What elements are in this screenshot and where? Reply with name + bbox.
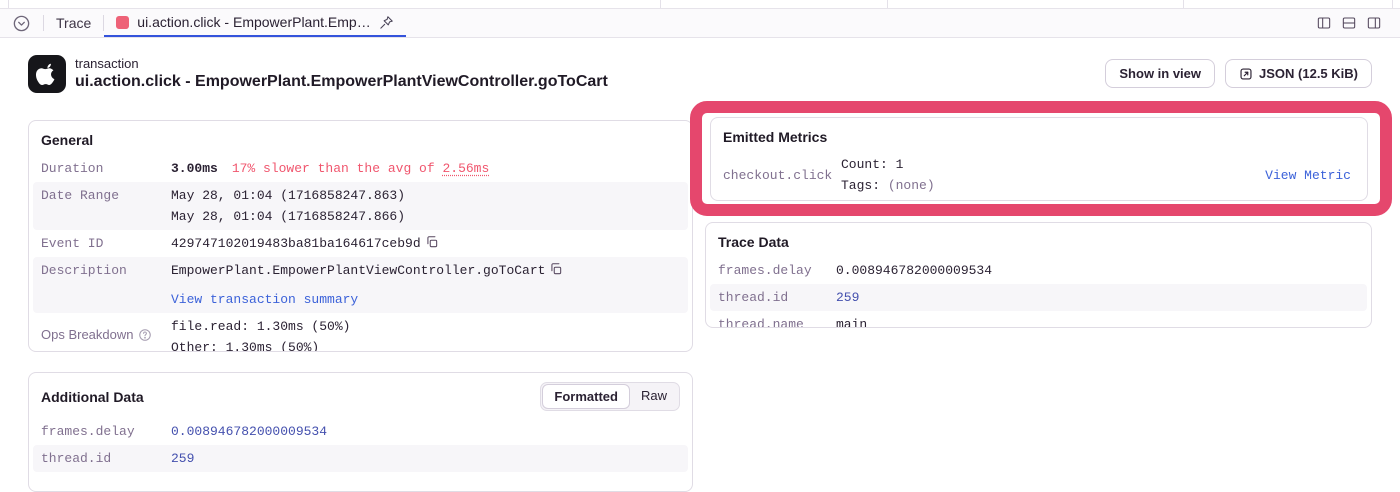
event-title: ui.action.click - EmpowerPlant.EmpowerPl… [75,73,608,91]
row-key: thread.id [718,287,836,308]
trace-data-title: Trace Data [706,223,1371,257]
emitted-metrics-panel: Emitted Metrics checkout.click Count: 1 … [710,117,1368,201]
apple-logo-icon [28,55,66,93]
duration-key: Duration [41,158,171,179]
duration-delta-note: 17% slower than the avg of 2.56ms [232,161,489,176]
event-id-value: 429747102019483ba81ba164617ceb9d [171,236,421,251]
table-row: thread.name main [710,311,1367,328]
json-button-label: JSON (12.5 KiB) [1259,66,1358,81]
raw-toggle-button[interactable]: Raw [630,384,678,409]
panel-left-icon[interactable] [1316,15,1332,31]
tab-trace-label: Trace [56,15,91,31]
row-value: 0.008946782000009534 [171,421,327,442]
duration-value: 3.00ms [171,161,218,176]
show-in-view-button[interactable]: Show in view [1105,59,1215,88]
grid-divider [1183,0,1184,8]
header-actions: Show in view JSON (12.5 KiB) [1105,55,1372,88]
date-range-start: May 28, 01:04 (1716858247.863) [171,188,405,203]
ops-breakdown-line1: file.read: 1.30ms (50%) [171,319,350,334]
grid-divider [660,0,661,8]
additional-data-panel: Additional Data Formatted Raw frames.del… [28,372,693,492]
metric-key: checkout.click [723,165,841,186]
row-value: main [836,314,867,328]
event-type-label: transaction [75,56,608,71]
trace-data-panel: Trace Data frames.delay 0.00894678200000… [705,222,1372,328]
tab-transaction-active[interactable]: ui.action.click - EmpowerPlant.Emp… [104,9,405,37]
table-row: thread.id 259 [33,445,688,472]
row-value: 259 [171,448,194,469]
date-range-key: Date Range [41,185,171,206]
ops-breakdown-line2: Other: 1.30ms (50%) [171,340,319,352]
duration-row: Duration 3.00ms 17% slower than the avg o… [33,155,688,182]
description-key: Description [41,260,171,281]
description-value: EmpowerPlant.EmpowerPlantViewController.… [171,263,545,278]
table-row: frames.delay 0.008946782000009534 [710,257,1367,284]
grid-divider [1392,0,1393,8]
additional-data-header: Additional Data Formatted Raw [29,373,692,418]
show-in-view-label: Show in view [1119,66,1201,81]
avg-duration-value[interactable]: 2.56ms [442,161,489,176]
table-row: thread.id 259 [710,284,1367,311]
emitted-metrics-title: Emitted Metrics [711,118,1367,152]
event-header-texts: transaction ui.action.click - EmpowerPla… [75,55,608,91]
question-circle-icon[interactable] [138,328,152,342]
metric-tags-value: (none) [888,178,935,193]
metric-values: Count: 1 Tags: (none) [841,154,935,196]
additional-data-title: Additional Data [41,389,144,405]
table-row: frames.delay 0.008946782000009534 [33,418,688,445]
date-range-row: Date Range May 28, 01:04 (1716858247.863… [33,182,688,230]
pin-icon[interactable] [379,15,394,30]
row-value: 0.008946782000009534 [836,260,992,281]
ops-breakdown-key: Ops Breakdown [41,316,171,345]
row-value: 259 [836,287,859,308]
panel-right-icon[interactable] [1366,15,1382,31]
tab-transaction-label: ui.action.click - EmpowerPlant.Emp… [137,14,370,30]
row-key: frames.delay [41,421,171,442]
panel-bottom-icon[interactable] [1341,15,1357,31]
view-transaction-summary-link[interactable]: View transaction summary [171,292,358,307]
metric-count-value: 1 [896,157,904,172]
event-id-row: Event ID 429747102019483ba81ba164617ceb9… [33,230,688,257]
drawer-tab-bar: Trace ui.action.click - EmpowerPlant.Emp… [0,8,1400,38]
row-key: thread.name [718,314,836,328]
metric-tags-label: Tags: [841,178,880,193]
event-header: transaction ui.action.click - EmpowerPla… [28,55,1372,93]
row-key: thread.id [41,448,171,469]
row-key: frames.delay [718,260,836,281]
external-link-icon [1239,67,1253,81]
layout-controls [1316,9,1400,37]
top-grid-sliver [0,0,1400,8]
chevron-down-circle-icon [12,14,31,33]
formatted-toggle-button[interactable]: Formatted [542,384,630,409]
copy-icon[interactable] [425,235,439,249]
format-toggle: Formatted Raw [540,382,680,411]
grid-divider [8,0,9,8]
general-panel: General Duration 3.00ms 17% slower than t… [28,120,693,352]
metric-count-label: Count: [841,157,888,172]
json-download-button[interactable]: JSON (12.5 KiB) [1225,59,1372,88]
date-range-end: May 28, 01:04 (1716858247.866) [171,209,405,224]
event-id-key: Event ID [41,233,171,254]
grid-divider [887,0,888,8]
copy-icon[interactable] [549,262,563,276]
tab-trace[interactable]: Trace [44,9,103,37]
general-panel-title: General [29,121,692,155]
ops-breakdown-row: Ops Breakdown file.read: 1.30ms (50%) Ot… [33,313,688,352]
metric-row: checkout.click Count: 1 Tags: (none) Vie… [711,152,1367,201]
view-metric-link[interactable]: View Metric [1265,165,1355,186]
collapse-drawer-button[interactable] [0,9,43,37]
description-row: Description EmpowerPlant.EmpowerPlantVie… [33,257,688,313]
transaction-type-swatch [116,16,129,29]
